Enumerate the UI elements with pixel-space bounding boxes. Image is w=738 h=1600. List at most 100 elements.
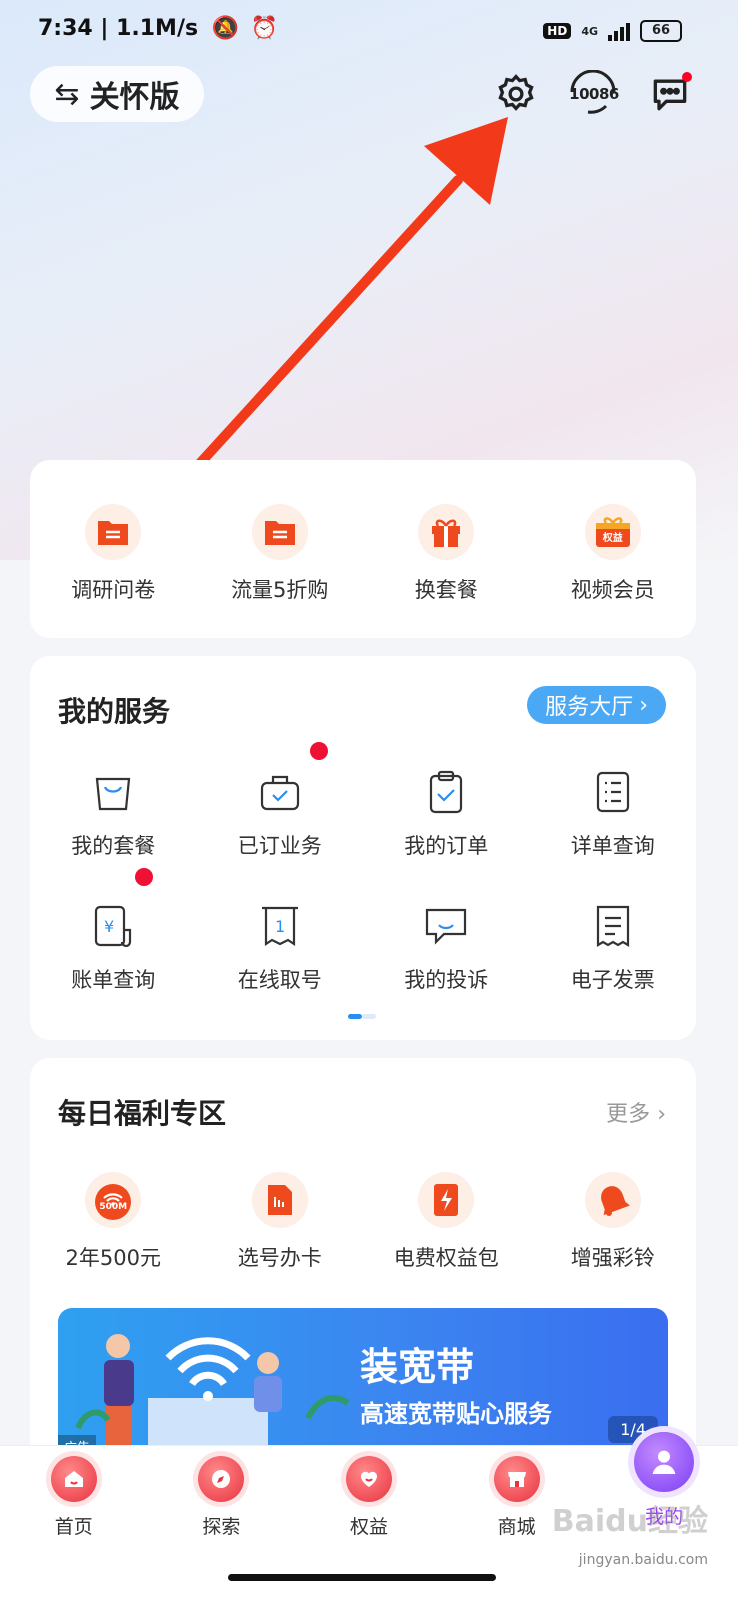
- quick-action-label: 流量5折购: [231, 578, 329, 602]
- bill-icon: ¥: [89, 868, 154, 950]
- welfare-ringtone[interactable]: 增强彩铃: [530, 1172, 697, 1272]
- tab-label: 首页: [54, 1516, 93, 1538]
- welfare-label: 电费权益包: [393, 1246, 499, 1270]
- sim-card-icon: [251, 1172, 308, 1228]
- network-label: 4G: [581, 24, 598, 38]
- tab-label: 权益: [349, 1516, 388, 1538]
- my-services-card: 我的服务 服务大厅 › 我的套餐 已订业务 我的订单 详单查询 ¥ 账单查询 1…: [30, 656, 696, 1040]
- welfare-broadband[interactable]: 500M 2年500元: [30, 1172, 197, 1272]
- more-label: 更多: [606, 1102, 651, 1127]
- service-label: 电子发票: [570, 968, 655, 992]
- notification-dot: [309, 742, 328, 760]
- list-doc-icon: [589, 768, 637, 816]
- quick-action-label: 调研问卷: [71, 578, 156, 602]
- care-mode-button[interactable]: ⇆ 关怀版: [30, 66, 204, 122]
- notification-dot: [135, 868, 154, 886]
- clipboard-check-icon: [422, 768, 470, 816]
- folder-icon: [251, 504, 308, 560]
- quick-action-label: 视频会员: [570, 578, 655, 602]
- svg-text:¥: ¥: [104, 917, 114, 936]
- quick-action-data-discount[interactable]: 流量5折购: [197, 504, 364, 604]
- gift-box-icon: 权益: [584, 504, 641, 560]
- welfare-pick-number[interactable]: 选号办卡: [197, 1172, 364, 1272]
- tab-label: 探索: [202, 1516, 241, 1538]
- status-time-speed: 7:34 | 1.1M/s: [38, 16, 199, 41]
- bell-icon: [584, 1172, 641, 1228]
- bag-icon: [89, 768, 137, 816]
- service-label: 我的投诉: [404, 968, 489, 992]
- service-e-invoice[interactable]: 电子发票: [530, 902, 697, 994]
- service-label: 已订业务: [237, 834, 322, 858]
- speed-badge: 500M: [99, 1202, 128, 1212]
- pager-dot-active: [348, 1014, 362, 1019]
- user-icon: [634, 1432, 695, 1492]
- banner-title: 装宽带: [360, 1345, 475, 1389]
- quick-actions-card: 调研问卷 流量5折购 换套餐 权益 视频会员: [30, 460, 696, 638]
- welfare-label: 增强彩铃: [570, 1246, 655, 1270]
- watermark-url: jingyan.baidu.com: [578, 1552, 708, 1568]
- service-label: 我的订单: [404, 834, 489, 858]
- hotline-label: 10086: [569, 85, 619, 103]
- status-right: HD 4G 66: [543, 20, 682, 42]
- tab-label: 商城: [497, 1516, 536, 1538]
- briefcase-check-icon: [256, 742, 328, 816]
- pager-dot: [362, 1014, 376, 1019]
- welfare-label: 选号办卡: [237, 1246, 322, 1270]
- tab-home[interactable]: 首页: [0, 1446, 148, 1546]
- banner-subtitle: 高速宽带贴心服务: [360, 1400, 552, 1428]
- care-mode-label: 关怀版: [89, 80, 180, 115]
- service-my-orders[interactable]: 我的订单: [363, 768, 530, 860]
- service-detail-query[interactable]: 详单查询: [530, 768, 697, 860]
- svg-text:1: 1: [275, 917, 285, 936]
- welfare-label: 2年500元: [65, 1246, 161, 1270]
- chat-icon: [422, 902, 470, 950]
- vip-badge-text: 权益: [602, 533, 623, 544]
- broadband-banner[interactable]: 装宽带 高速宽带贴心服务 1/4 广告: [58, 1308, 668, 1458]
- tab-benefits[interactable]: 权益: [295, 1446, 443, 1546]
- heart-icon: [345, 1456, 392, 1502]
- service-hall-button[interactable]: 服务大厅 ›: [527, 686, 666, 724]
- status-bar: 7:34 | 1.1M/s 🔕 ⏰ HD 4G 66: [0, 0, 738, 64]
- quick-action-change-plan[interactable]: 换套餐: [363, 504, 530, 604]
- service-label: 详单查询: [570, 834, 655, 858]
- folder-icon: [85, 504, 142, 560]
- shop-icon: [493, 1456, 540, 1502]
- ticket-icon: 1: [256, 902, 304, 950]
- home-indicator[interactable]: [228, 1574, 496, 1581]
- quick-action-label: 换套餐: [414, 578, 478, 602]
- quick-action-video-vip[interactable]: 权益 视频会员: [530, 504, 697, 604]
- message-dot: [682, 72, 692, 82]
- electric-icon: [418, 1172, 475, 1228]
- quick-action-survey[interactable]: 调研问卷: [30, 504, 197, 604]
- service-hall-label: 服务大厅: [545, 695, 634, 720]
- alarm-icon: ⏰: [250, 16, 279, 41]
- watermark-logo: Baidu经验: [551, 1504, 708, 1539]
- status-left: 7:34 | 1.1M/s 🔕 ⏰: [38, 16, 278, 41]
- battery-icon: 66: [640, 20, 682, 42]
- hd-icon: HD: [543, 23, 572, 39]
- switch-icon: ⇆: [54, 76, 80, 112]
- chevron-right-icon: ›: [639, 692, 648, 718]
- services-title: 我的服务: [58, 695, 171, 728]
- service-label: 在线取号: [237, 968, 322, 992]
- service-online-ticket[interactable]: 1 在线取号: [197, 902, 364, 994]
- service-label: 账单查询: [71, 968, 156, 992]
- service-subscribed[interactable]: 已订业务: [197, 742, 364, 860]
- settings-icon[interactable]: [492, 70, 540, 118]
- message-icon[interactable]: [646, 70, 694, 118]
- service-bill-query[interactable]: ¥ 账单查询: [30, 868, 197, 994]
- service-my-plan[interactable]: 我的套餐: [30, 768, 197, 860]
- welfare-more-link[interactable]: 更多 ›: [606, 1096, 666, 1128]
- welfare-title: 每日福利专区: [58, 1097, 227, 1130]
- service-complaints[interactable]: 我的投诉: [363, 902, 530, 994]
- services-pager: [348, 1014, 376, 1019]
- welfare-electric-pack[interactable]: 电费权益包: [363, 1172, 530, 1272]
- tab-explore[interactable]: 探索: [148, 1446, 296, 1546]
- invoice-icon: [589, 902, 637, 950]
- signal-icon: [608, 21, 630, 41]
- home-icon: [50, 1456, 97, 1502]
- customer-service-icon[interactable]: 10086: [566, 70, 622, 118]
- banner-illustration: [75, 1334, 350, 1458]
- wifi-icon: 500M: [85, 1172, 142, 1228]
- service-label: 我的套餐: [71, 834, 156, 858]
